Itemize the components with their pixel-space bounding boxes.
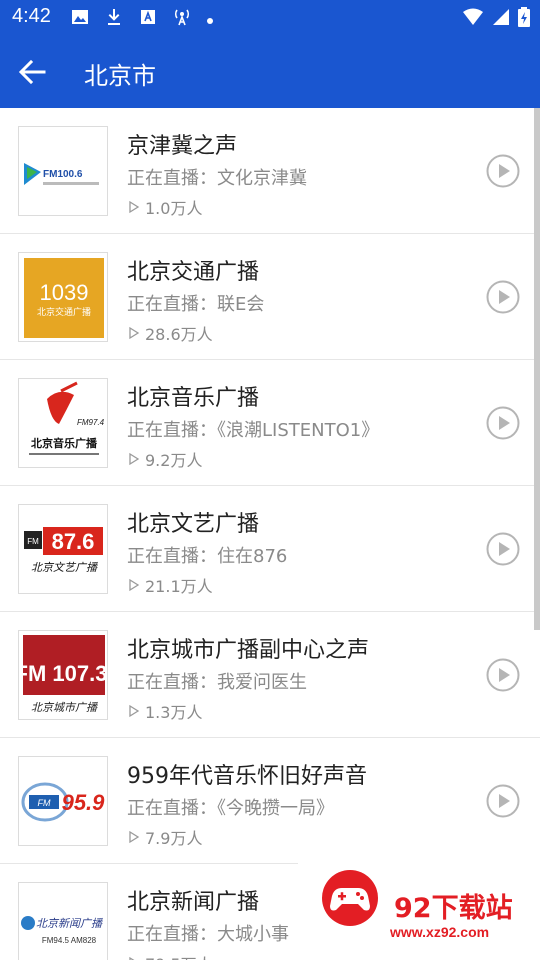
play-count: 79.5万人 <box>127 951 213 960</box>
scrollbar-thumb[interactable] <box>534 108 540 630</box>
logo-subtext: 北京交通广播 <box>37 306 91 318</box>
station-row[interactable]: FM97.4 北京音乐广播 北京音乐广播 正在直播：《浪潮LISTENTO1》 … <box>0 360 540 486</box>
station-row[interactable]: FM 107.3 北京城市广播 北京城市广播副中心之声 正在直播：我爱问医生 1… <box>0 612 540 738</box>
arrow-back-icon <box>18 59 46 85</box>
play-count-value: 7.9万人 <box>145 829 203 848</box>
play-count-value: 1.0万人 <box>145 199 203 218</box>
play-button[interactable] <box>486 658 520 692</box>
station-name: 北京文艺广播 <box>127 512 260 537</box>
logo-text: 95.9 <box>62 790 106 815</box>
station-name: 959年代音乐怀旧好声音 <box>127 764 367 789</box>
play-count-icon <box>129 578 140 592</box>
live-program: 正在直播：我爱问医生 <box>127 672 307 693</box>
station-name: 京津冀之声 <box>127 134 238 159</box>
play-circle-icon <box>486 532 520 566</box>
station-logo: FM 87.6 北京文艺广播 <box>18 504 108 594</box>
play-count-value: 21.1万人 <box>145 577 213 596</box>
wifi-icon <box>462 8 484 30</box>
watermark: 92下载站 www.xz92.com <box>298 862 540 960</box>
live-program: 正在直播：住在876 <box>127 546 288 567</box>
station-row[interactable]: FM 87.6 北京文艺广播 北京文艺广播 正在直播：住在876 21.1万人 <box>0 486 540 612</box>
play-count-value: 9.2万人 <box>145 451 203 470</box>
logo-subtext: FM94.5 AM828 <box>42 936 97 945</box>
image-icon <box>70 7 90 31</box>
play-button[interactable] <box>486 280 520 314</box>
logo-text: FM97.4 <box>77 418 105 427</box>
play-count-value: 28.6万人 <box>145 325 213 344</box>
live-program: 正在直播：文化京津冀 <box>127 168 307 189</box>
station-logo: 1039 北京交通广播 <box>18 252 108 342</box>
play-count-value: 79.5万人 <box>145 951 213 960</box>
station-logo: FM100.6 <box>18 126 108 216</box>
logo-text: FM100.6 <box>43 169 83 180</box>
station-row[interactable]: FM100.6 京津冀之声 正在直播：文化京津冀 1.0万人 <box>0 108 540 234</box>
play-count-icon <box>129 326 140 340</box>
station-list[interactable]: FM100.6 京津冀之声 正在直播：文化京津冀 1.0万人 1039 北京交通… <box>0 108 540 960</box>
app-bar: 北京市 <box>0 36 540 108</box>
logo-text: FM 107.3 <box>19 661 107 686</box>
wireless-icon <box>172 7 192 31</box>
live-program: 正在直播：联E会 <box>127 294 265 315</box>
play-count: 1.0万人 <box>127 195 202 219</box>
watermark-url: www.xz92.com <box>390 924 490 940</box>
play-count: 21.1万人 <box>127 573 213 597</box>
play-count-value: 1.3万人 <box>145 703 203 722</box>
station-logo: FM97.4 北京音乐广播 <box>18 378 108 468</box>
back-button[interactable] <box>14 54 50 90</box>
play-button[interactable] <box>486 154 520 188</box>
station-logo: FM 107.3 北京城市广播 <box>18 630 108 720</box>
logo-text: 87.6 <box>52 529 95 554</box>
notification-icons <box>70 7 214 31</box>
play-button[interactable] <box>486 406 520 440</box>
station-row[interactable]: 1039 北京交通广播 北京交通广播 正在直播：联E会 28.6万人 <box>0 234 540 360</box>
play-circle-icon <box>486 784 520 818</box>
page-title: 北京市 <box>84 62 156 90</box>
play-circle-icon <box>486 658 520 692</box>
status-bar: 4:42 <box>0 0 540 36</box>
station-row[interactable]: FM 95.9 959年代音乐怀旧好声音 正在直播：《今晚攒一局》 7.9万人 <box>0 738 540 864</box>
gamepad-logo-icon <box>322 870 378 926</box>
signal-icon <box>492 8 510 30</box>
system-icons <box>462 7 530 31</box>
play-count-icon <box>129 956 135 960</box>
dot-icon <box>206 10 214 29</box>
play-button[interactable] <box>486 532 520 566</box>
play-circle-icon <box>486 154 520 188</box>
live-program: 正在直播：大城小事 <box>127 924 289 945</box>
svg-text:FM: FM <box>38 798 51 808</box>
play-count-icon <box>129 200 140 214</box>
play-count: 7.9万人 <box>127 825 202 849</box>
watermark-title: 92下载站 <box>394 893 513 924</box>
logo-text: 北京新闻广播 <box>36 917 104 930</box>
download-icon <box>104 7 124 31</box>
play-count: 1.3万人 <box>127 699 202 723</box>
station-name: 北京交通广播 <box>127 260 260 285</box>
svg-text:FM: FM <box>27 537 39 546</box>
play-count: 9.2万人 <box>127 447 202 471</box>
live-program: 正在直播：《今晚攒一局》 <box>127 798 334 819</box>
logo-subtext: 北京音乐广播 <box>31 436 98 450</box>
battery-icon <box>518 7 530 31</box>
play-count-icon <box>129 452 140 466</box>
font-icon <box>138 7 158 31</box>
station-logo: 北京新闻广播 FM94.5 AM828 <box>18 882 108 960</box>
station-name: 北京城市广播副中心之声 <box>127 638 370 663</box>
play-count-icon <box>129 830 140 844</box>
logo-subtext: 北京文艺广播 <box>31 561 99 574</box>
logo-text: 1039 <box>40 280 89 305</box>
station-name: 北京新闻广播 <box>127 890 260 915</box>
logo-subtext: 北京城市广播 <box>31 701 99 714</box>
play-count-icon <box>129 704 140 718</box>
live-program: 正在直播：《浪潮LISTENTO1》 <box>127 420 380 441</box>
station-name: 北京音乐广播 <box>127 386 260 411</box>
play-circle-icon <box>486 406 520 440</box>
play-button[interactable] <box>486 784 520 818</box>
play-circle-icon <box>486 280 520 314</box>
play-count: 28.6万人 <box>127 321 213 345</box>
station-logo: FM 95.9 <box>18 756 108 846</box>
status-time: 4:42 <box>12 5 51 27</box>
